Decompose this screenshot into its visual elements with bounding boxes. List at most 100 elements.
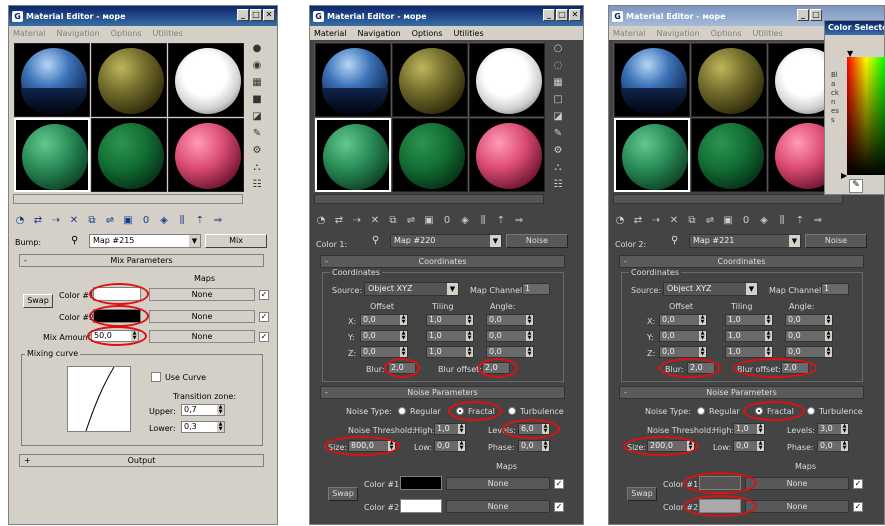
offset-z-spinner[interactable]: 0,0 ▲ ▼ (360, 346, 408, 358)
background-icon[interactable]: ▦ (251, 76, 264, 89)
spinner-arrows[interactable]: ▲ ▼ (699, 315, 706, 325)
high-spinner[interactable]: 1,0 ▲ ▼ (733, 423, 765, 435)
minimize-button[interactable]: _ (797, 9, 809, 21)
spinner-arrows[interactable]: ▲ ▼ (765, 331, 772, 341)
angle-x-spinner[interactable]: 0,0 ▲ ▼ (486, 314, 534, 326)
regular-radio[interactable] (697, 407, 705, 415)
options-icon[interactable]: ⚙ (251, 144, 264, 157)
menu-navigation[interactable]: Navigation (57, 29, 100, 38)
make-preview-icon[interactable]: ✎ (251, 127, 264, 140)
go-to-parent-icon[interactable]: ⇡ (193, 214, 207, 228)
noise-parameters-rollout[interactable]: - Noise Parameters (320, 386, 565, 399)
show-end-result-icon[interactable]: ⫼ (175, 214, 189, 228)
sample-slot-active[interactable] (315, 118, 391, 192)
reset-map-icon[interactable]: ✕ (67, 214, 81, 228)
assign-material-icon[interactable]: ⇢ (350, 214, 364, 228)
angle-z-spinner[interactable]: 0,0 ▲ ▼ (486, 346, 534, 358)
assign-material-icon[interactable]: ⇢ (649, 214, 663, 228)
backlight-icon[interactable]: ◌ (552, 59, 565, 72)
spinner-arrows[interactable]: ▲ ▼ (825, 315, 832, 325)
source-dropdown[interactable]: Object XYZ ▼ (364, 282, 459, 296)
sample-slot[interactable] (91, 43, 167, 117)
color1-swatch[interactable] (400, 476, 442, 490)
sample-slot-active[interactable] (614, 118, 690, 192)
spinner-arrows[interactable]: ▲ ▼ (542, 441, 549, 451)
angle-y-spinner[interactable]: 0,0 ▲ ▼ (486, 330, 534, 342)
sample-slot[interactable] (168, 43, 244, 117)
noise-parameters-rollout[interactable]: - Noise Parameters (619, 386, 864, 399)
spinner-arrows[interactable]: ▲ ▼ (765, 315, 772, 325)
mix-parameters-rollout[interactable]: - Mix Parameters (19, 254, 264, 267)
make-preview-icon[interactable]: ✎ (552, 127, 565, 140)
eyedropper-icon[interactable]: ⚲ (71, 235, 78, 246)
sample-slot[interactable] (168, 118, 244, 192)
chevron-down-icon[interactable]: ▼ (789, 235, 800, 247)
go-to-parent-icon[interactable]: ⇡ (494, 214, 508, 228)
sample-type-icon[interactable]: ○ (552, 42, 565, 55)
make-unique-icon[interactable]: ⇌ (103, 214, 117, 228)
map-name-field[interactable]: Map #215 ▼ (89, 234, 201, 248)
chevron-down-icon[interactable]: ▼ (447, 283, 458, 295)
coordinates-rollout[interactable]: - Coordinates (619, 255, 864, 268)
lower-spinner[interactable]: 0,3 ▲ ▼ (181, 421, 225, 433)
levels-spinner[interactable]: 3,0 ▲ ▼ (817, 423, 849, 435)
source-dropdown[interactable]: Object XYZ ▼ (663, 282, 758, 296)
use-curve-checkbox[interactable] (151, 372, 161, 382)
tiling-y-spinner[interactable]: 1,0 ▲ ▼ (426, 330, 474, 342)
color1-map-checkbox[interactable]: ✓ (259, 290, 269, 300)
menu-utilities[interactable]: Utilities (153, 29, 183, 38)
spinner-arrows[interactable]: ▲ ▼ (400, 347, 407, 357)
reset-map-icon[interactable]: ✕ (667, 214, 681, 228)
material-id-icon[interactable]: 0 (739, 214, 753, 228)
put-to-library-icon[interactable]: ▣ (422, 214, 436, 228)
maximize-button[interactable]: □ (810, 9, 822, 21)
spinner-arrows[interactable]: ▲ ▼ (825, 331, 832, 341)
show-map-icon[interactable]: ◈ (157, 214, 171, 228)
maximize-button[interactable]: □ (250, 9, 262, 21)
put-to-scene-icon[interactable]: ⇄ (31, 214, 45, 228)
backlight-icon[interactable]: ◉ (251, 59, 264, 72)
regular-radio[interactable] (398, 407, 406, 415)
color2-map-checkbox[interactable]: ✓ (853, 502, 863, 512)
video-check-icon[interactable]: ◪ (251, 110, 264, 123)
color1-map-button[interactable]: None (745, 477, 849, 490)
spinner-arrows[interactable]: ▲ ▼ (217, 405, 224, 415)
spinner-arrows[interactable]: ▲ ▼ (765, 347, 772, 357)
mix-amount-map-button[interactable]: None (149, 330, 255, 343)
sample-slot[interactable] (691, 118, 767, 192)
minimize-button[interactable]: _ (237, 9, 249, 21)
options-icon[interactable]: ⚙ (552, 144, 565, 157)
close-button[interactable]: ✕ (263, 9, 275, 21)
swap-button[interactable]: Swap (328, 487, 358, 501)
menu-material[interactable]: Material (314, 29, 347, 38)
offset-y-spinner[interactable]: 0,0 ▲ ▼ (659, 330, 707, 342)
spinner-arrows[interactable]: ▲ ▼ (400, 331, 407, 341)
select-by-material-icon[interactable]: ⛬ (552, 161, 565, 174)
chevron-down-icon[interactable]: ▼ (189, 235, 200, 247)
sample-slot[interactable] (392, 43, 468, 117)
color2-map-button[interactable]: None (745, 500, 849, 513)
put-to-scene-icon[interactable]: ⇄ (631, 214, 645, 228)
tiling-z-spinner[interactable]: 1,0 ▲ ▼ (426, 346, 474, 358)
tiling-z-spinner[interactable]: 1,0 ▲ ▼ (725, 346, 773, 358)
map-channel-spinner[interactable]: 1 (522, 283, 550, 295)
menu-navigation[interactable]: Navigation (358, 29, 401, 38)
show-map-icon[interactable]: ◈ (458, 214, 472, 228)
spinner-arrows[interactable]: ▲ ▼ (825, 347, 832, 357)
spinner-arrows[interactable]: ▲ ▼ (466, 347, 473, 357)
map-name-field[interactable]: Map #221 ▼ (689, 234, 801, 248)
spinner-arrows[interactable]: ▲ ▼ (699, 347, 706, 357)
menu-utilities[interactable]: Utilities (753, 29, 783, 38)
copy-material-icon[interactable]: ⧉ (386, 214, 400, 228)
turbulence-radio[interactable] (807, 407, 815, 415)
mix-amount-map-checkbox[interactable]: ✓ (259, 332, 269, 342)
swap-button[interactable]: Swap (627, 487, 657, 501)
output-rollout[interactable]: + Output (19, 454, 264, 467)
go-forward-icon[interactable]: ⇒ (512, 214, 526, 228)
swap-button[interactable]: Swap (23, 294, 53, 308)
sample-type-icon[interactable]: ● (251, 42, 264, 55)
offset-z-spinner[interactable]: 0,0 ▲ ▼ (659, 346, 707, 358)
color2-map-button[interactable]: None (446, 500, 550, 513)
tiling-x-spinner[interactable]: 1,0 ▲ ▼ (725, 314, 773, 326)
slot-scrollbar[interactable] (314, 194, 544, 204)
